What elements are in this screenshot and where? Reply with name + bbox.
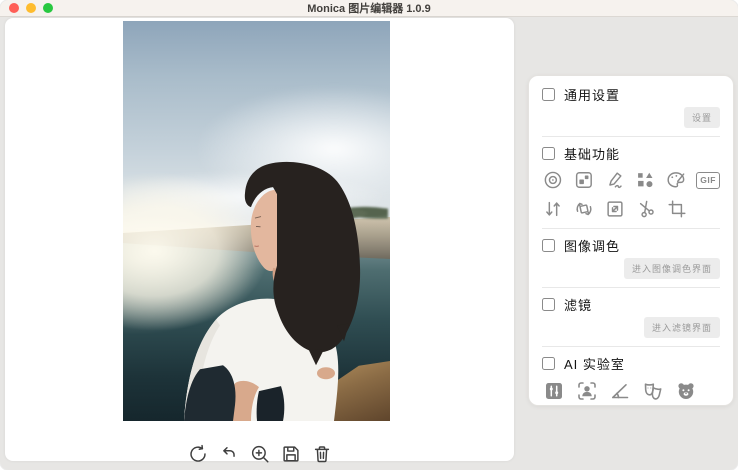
section-label-color-grading: 图像调色 — [564, 238, 621, 254]
enter-color-grading-button[interactable]: 进入图像调色界面 — [623, 258, 720, 279]
divider — [542, 136, 720, 137]
checkbox-general-settings[interactable] — [542, 87, 555, 101]
checkbox-filters[interactable] — [542, 297, 555, 311]
save-icon[interactable] — [280, 443, 302, 465]
adjust-sliders-icon[interactable] — [542, 379, 566, 403]
resize-icon[interactable] — [604, 198, 626, 220]
section-label-basic-functions: 基础功能 — [564, 146, 621, 162]
section-label-ai-lab: AI 实验室 — [564, 356, 625, 372]
section-label-general-settings: 通用设置 — [564, 87, 621, 103]
collage-icon[interactable] — [573, 169, 595, 191]
settings-button[interactable]: 设置 — [683, 107, 720, 128]
bear-face-icon[interactable] — [674, 379, 698, 403]
basic-icons-row-1: GIF — [542, 169, 720, 191]
gif-icon[interactable]: GIF — [696, 171, 720, 189]
divider — [542, 287, 720, 288]
editor-canvas — [5, 18, 514, 463]
theater-masks-icon[interactable] — [641, 379, 665, 403]
scissors-icon[interactable] — [635, 198, 657, 220]
checkbox-color-grading[interactable] — [542, 238, 555, 252]
section-color-grading: 图像调色 — [542, 236, 720, 254]
enter-filters-button[interactable]: 进入滤镜界面 — [643, 317, 720, 338]
section-ai-lab: AI 实验室 — [542, 354, 720, 372]
titlebar: Monica 图片编辑器 1.0.9 — [0, 0, 738, 17]
section-filters: 滤镜 — [542, 295, 720, 313]
section-basic-functions: 基础功能 — [542, 144, 720, 162]
divider — [542, 346, 720, 347]
tools-panel: 通用设置 设置 基础功能 GIF 图像调色 进入图像调色界面 滤镜 进入滤镜界面 — [528, 75, 734, 406]
checkbox-basic-functions[interactable] — [542, 146, 555, 160]
checkbox-ai-lab[interactable] — [542, 356, 555, 370]
doodle-pen-icon[interactable] — [604, 169, 626, 191]
zoom-in-icon[interactable] — [249, 443, 271, 465]
subject-person-illustration — [184, 161, 361, 421]
rotate-icon[interactable] — [573, 198, 595, 220]
window-title: Monica 图片编辑器 1.0.9 — [307, 3, 431, 15]
crop-icon[interactable] — [666, 198, 688, 220]
divider — [542, 228, 720, 229]
face-detect-icon[interactable] — [575, 379, 599, 403]
blur-circle-icon[interactable] — [542, 169, 564, 191]
section-general-settings: 通用设置 — [542, 85, 720, 103]
flip-vertical-icon[interactable] — [542, 198, 564, 220]
bottom-toolbar — [5, 443, 514, 465]
palette-icon[interactable] — [665, 169, 687, 191]
app-window: Monica 图片编辑器 1.0.9 通用设置 设置 基础功能 GIF 图像调色… — [0, 0, 738, 470]
section-label-filters: 滤镜 — [564, 297, 593, 313]
photo-preview[interactable] — [123, 21, 390, 421]
trash-icon[interactable] — [311, 443, 333, 465]
ai-lab-icons-row — [542, 379, 720, 403]
angle-icon[interactable] — [608, 379, 632, 403]
rotate-ccw-icon[interactable] — [187, 443, 209, 465]
shapes-icon[interactable] — [634, 169, 656, 191]
undo-icon[interactable] — [218, 443, 240, 465]
basic-icons-row-2 — [542, 198, 720, 220]
